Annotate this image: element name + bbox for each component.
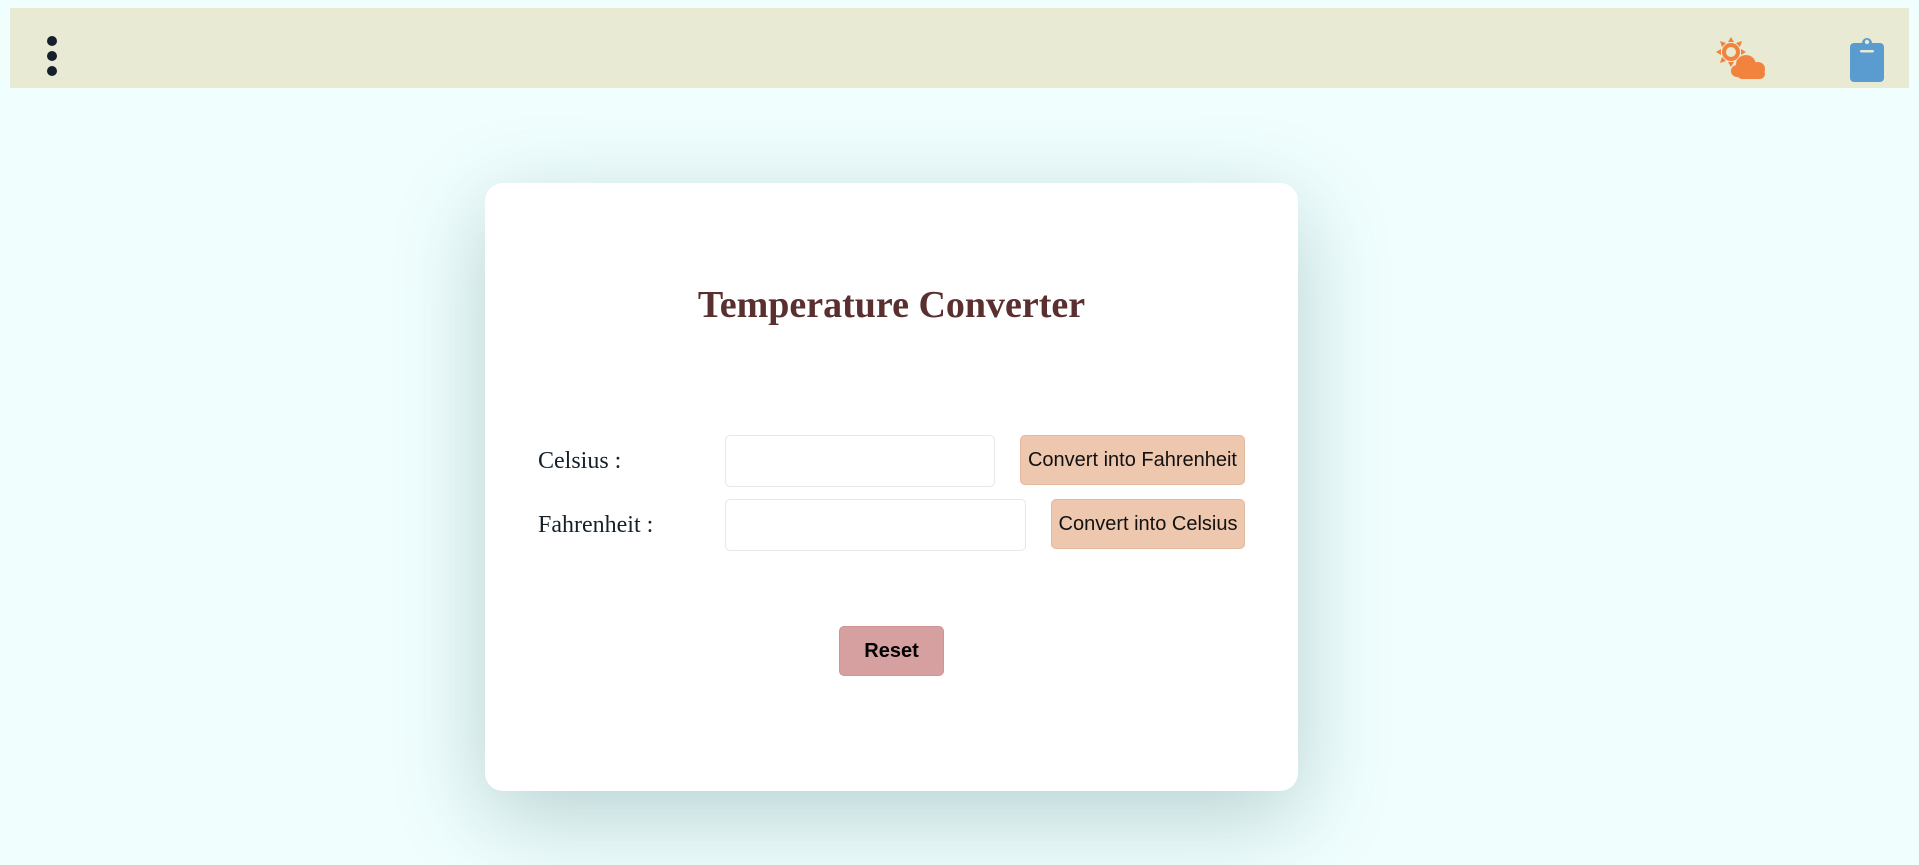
celsius-input[interactable] [725, 435, 995, 487]
menu-button[interactable] [38, 32, 70, 90]
convert-to-celsius-button[interactable]: Convert into Celsius [1051, 499, 1245, 549]
menu-dot [47, 51, 57, 61]
clipboard-icon [1850, 38, 1884, 82]
converter-card: Temperature Converter Celsius : Convert … [485, 183, 1298, 791]
clipboard-button[interactable] [1846, 36, 1888, 82]
menu-dot [47, 36, 57, 46]
fahrenheit-input[interactable] [725, 499, 1026, 551]
page-title: Temperature Converter [697, 284, 1086, 326]
sun-cloud-icon [1716, 37, 1765, 79]
top-bar [10, 8, 1909, 88]
fahrenheit-label: Fahrenheit : [538, 512, 654, 538]
weather-button[interactable] [1715, 36, 1771, 82]
convert-to-fahrenheit-button[interactable]: Convert into Fahrenheit [1020, 435, 1245, 485]
reset-button[interactable]: Reset [839, 626, 944, 676]
celsius-label: Celsius : [538, 448, 622, 474]
menu-dot [47, 66, 57, 76]
